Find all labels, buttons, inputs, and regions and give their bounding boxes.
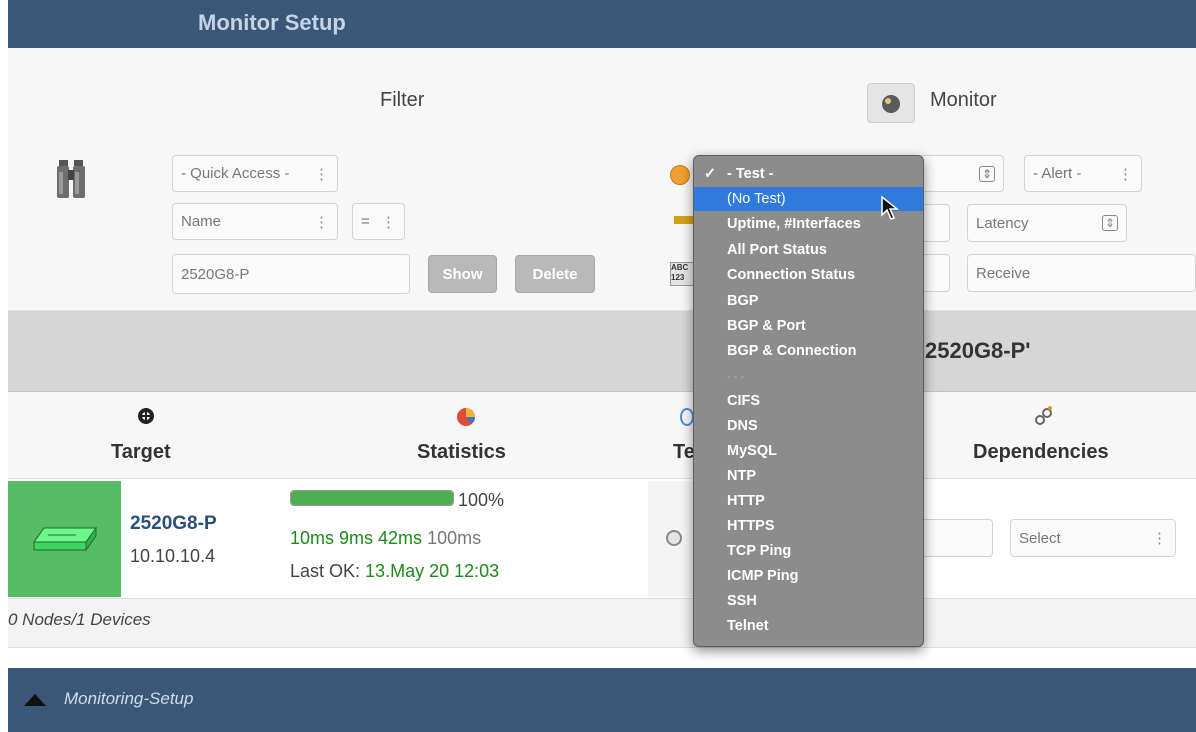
menu-separator: - - - bbox=[727, 371, 745, 383]
filter-value-input[interactable]: 2520G8-P bbox=[172, 254, 410, 294]
app-header bbox=[8, 0, 1196, 48]
more-dots-icon: ⋮ bbox=[1152, 530, 1167, 547]
menu-item[interactable]: HTTP bbox=[694, 489, 923, 513]
more-dots-icon: ⋮ bbox=[314, 165, 329, 183]
latency-select[interactable]: Latency ⇕ bbox=[967, 204, 1127, 242]
filter-field-select[interactable]: Name ⋮ bbox=[172, 203, 338, 240]
abc-input-icon: ABC 123 bbox=[670, 262, 694, 286]
delete-button[interactable]: Delete bbox=[515, 255, 595, 293]
uptime-progress-fill bbox=[291, 491, 453, 505]
menu-item[interactable]: Telnet bbox=[694, 614, 923, 638]
menu-item[interactable]: BGP & Port bbox=[694, 314, 923, 338]
menu-item[interactable]: DNS bbox=[694, 414, 923, 438]
switch-icon bbox=[33, 526, 97, 552]
updown-arrows-icon: ⇕ bbox=[1101, 215, 1118, 231]
show-button[interactable]: Show bbox=[428, 255, 497, 293]
receive-input[interactable]: Receive bbox=[967, 254, 1196, 292]
last-ok-label: Last OK: bbox=[290, 561, 361, 581]
more-dots-icon: ⋮ bbox=[1118, 165, 1133, 183]
latency-threshold: 100ms bbox=[427, 528, 482, 548]
mouse-cursor-icon bbox=[880, 195, 900, 226]
latency-ok-values: 10ms 9ms 42ms bbox=[290, 528, 423, 548]
device-ip: 10.10.10.4 bbox=[130, 546, 216, 566]
menu-item[interactable]: BGP bbox=[694, 289, 923, 313]
column-dependencies[interactable]: Dependencies bbox=[973, 441, 1109, 464]
gauge-icon bbox=[882, 95, 900, 113]
binoculars-icon bbox=[56, 158, 86, 205]
collapse-triangle-icon[interactable] bbox=[22, 692, 48, 713]
menu-item[interactable]: SSH bbox=[694, 589, 923, 613]
menu-item[interactable]: MySQL bbox=[694, 439, 923, 463]
device-status-cell bbox=[8, 481, 121, 597]
menu-item[interactable]: BGP & Connection bbox=[694, 339, 923, 363]
quick-access-select[interactable]: - Quick Access - ⋮ bbox=[172, 155, 338, 192]
pie-chart-icon bbox=[455, 405, 477, 427]
help-bubble-icon bbox=[670, 165, 690, 185]
checkmark-icon: ✓ bbox=[704, 166, 717, 182]
dependency-select[interactable]: Select ⋮ bbox=[1010, 519, 1176, 557]
uptime-percent: 100% bbox=[458, 490, 505, 510]
more-dots-icon: ⋮ bbox=[314, 213, 329, 231]
menu-item[interactable]: NTP bbox=[694, 464, 923, 488]
column-target[interactable]: Target bbox=[111, 441, 171, 464]
banner-text: 2520G8-P' bbox=[925, 338, 1031, 363]
alert-select[interactable]: - Alert - ⋮ bbox=[1024, 155, 1142, 192]
count-bar bbox=[8, 598, 1196, 648]
menu-item[interactable]: HTTPS bbox=[694, 514, 923, 538]
monitor-label: Monitor bbox=[930, 89, 997, 111]
device-name-link[interactable]: 2520G8-P bbox=[130, 513, 217, 535]
target-icon bbox=[136, 406, 156, 426]
dependencies-icon bbox=[1034, 405, 1054, 427]
gun-icon bbox=[674, 216, 694, 224]
last-ok: Last OK: 13.May 20 12:03 bbox=[290, 561, 499, 582]
menu-item[interactable]: TCP Ping bbox=[694, 539, 923, 563]
column-test[interactable]: Te bbox=[673, 441, 695, 464]
test-status-icon[interactable] bbox=[666, 530, 682, 546]
menu-item[interactable]: All Port Status bbox=[694, 238, 923, 262]
uptime-progress-bar bbox=[290, 490, 454, 506]
menu-item[interactable]: - Test - ✓ bbox=[694, 162, 923, 186]
row-param-field[interactable] bbox=[920, 519, 993, 557]
column-statistics[interactable]: Statistics bbox=[417, 441, 506, 464]
page-title: Monitor Setup bbox=[198, 10, 346, 35]
node-count: 0 Nodes/1 Devices bbox=[8, 610, 151, 629]
more-dots-icon: ⋮ bbox=[381, 213, 396, 231]
test-dropdown-menu[interactable]: - Test - ✓ (No Test) Uptime, #Interfaces All… bbox=[693, 155, 924, 647]
test-icon bbox=[680, 408, 694, 426]
column-header-row bbox=[8, 392, 1196, 479]
latency-values: 10ms 9ms 42ms 100ms bbox=[290, 528, 481, 549]
updown-arrows-icon: ⇕ bbox=[978, 165, 995, 182]
filter-label: Filter bbox=[380, 89, 425, 111]
menu-item[interactable]: ICMP Ping bbox=[694, 564, 923, 588]
footer-label[interactable]: Monitoring-Setup bbox=[64, 689, 193, 709]
monitor-button[interactable] bbox=[867, 83, 915, 123]
last-ok-value: 13.May 20 12:03 bbox=[365, 561, 500, 581]
menu-item[interactable]: CIFS bbox=[694, 389, 923, 413]
operator-select[interactable]: = ⋮ bbox=[352, 203, 405, 240]
menu-item[interactable]: Connection Status bbox=[694, 263, 923, 287]
